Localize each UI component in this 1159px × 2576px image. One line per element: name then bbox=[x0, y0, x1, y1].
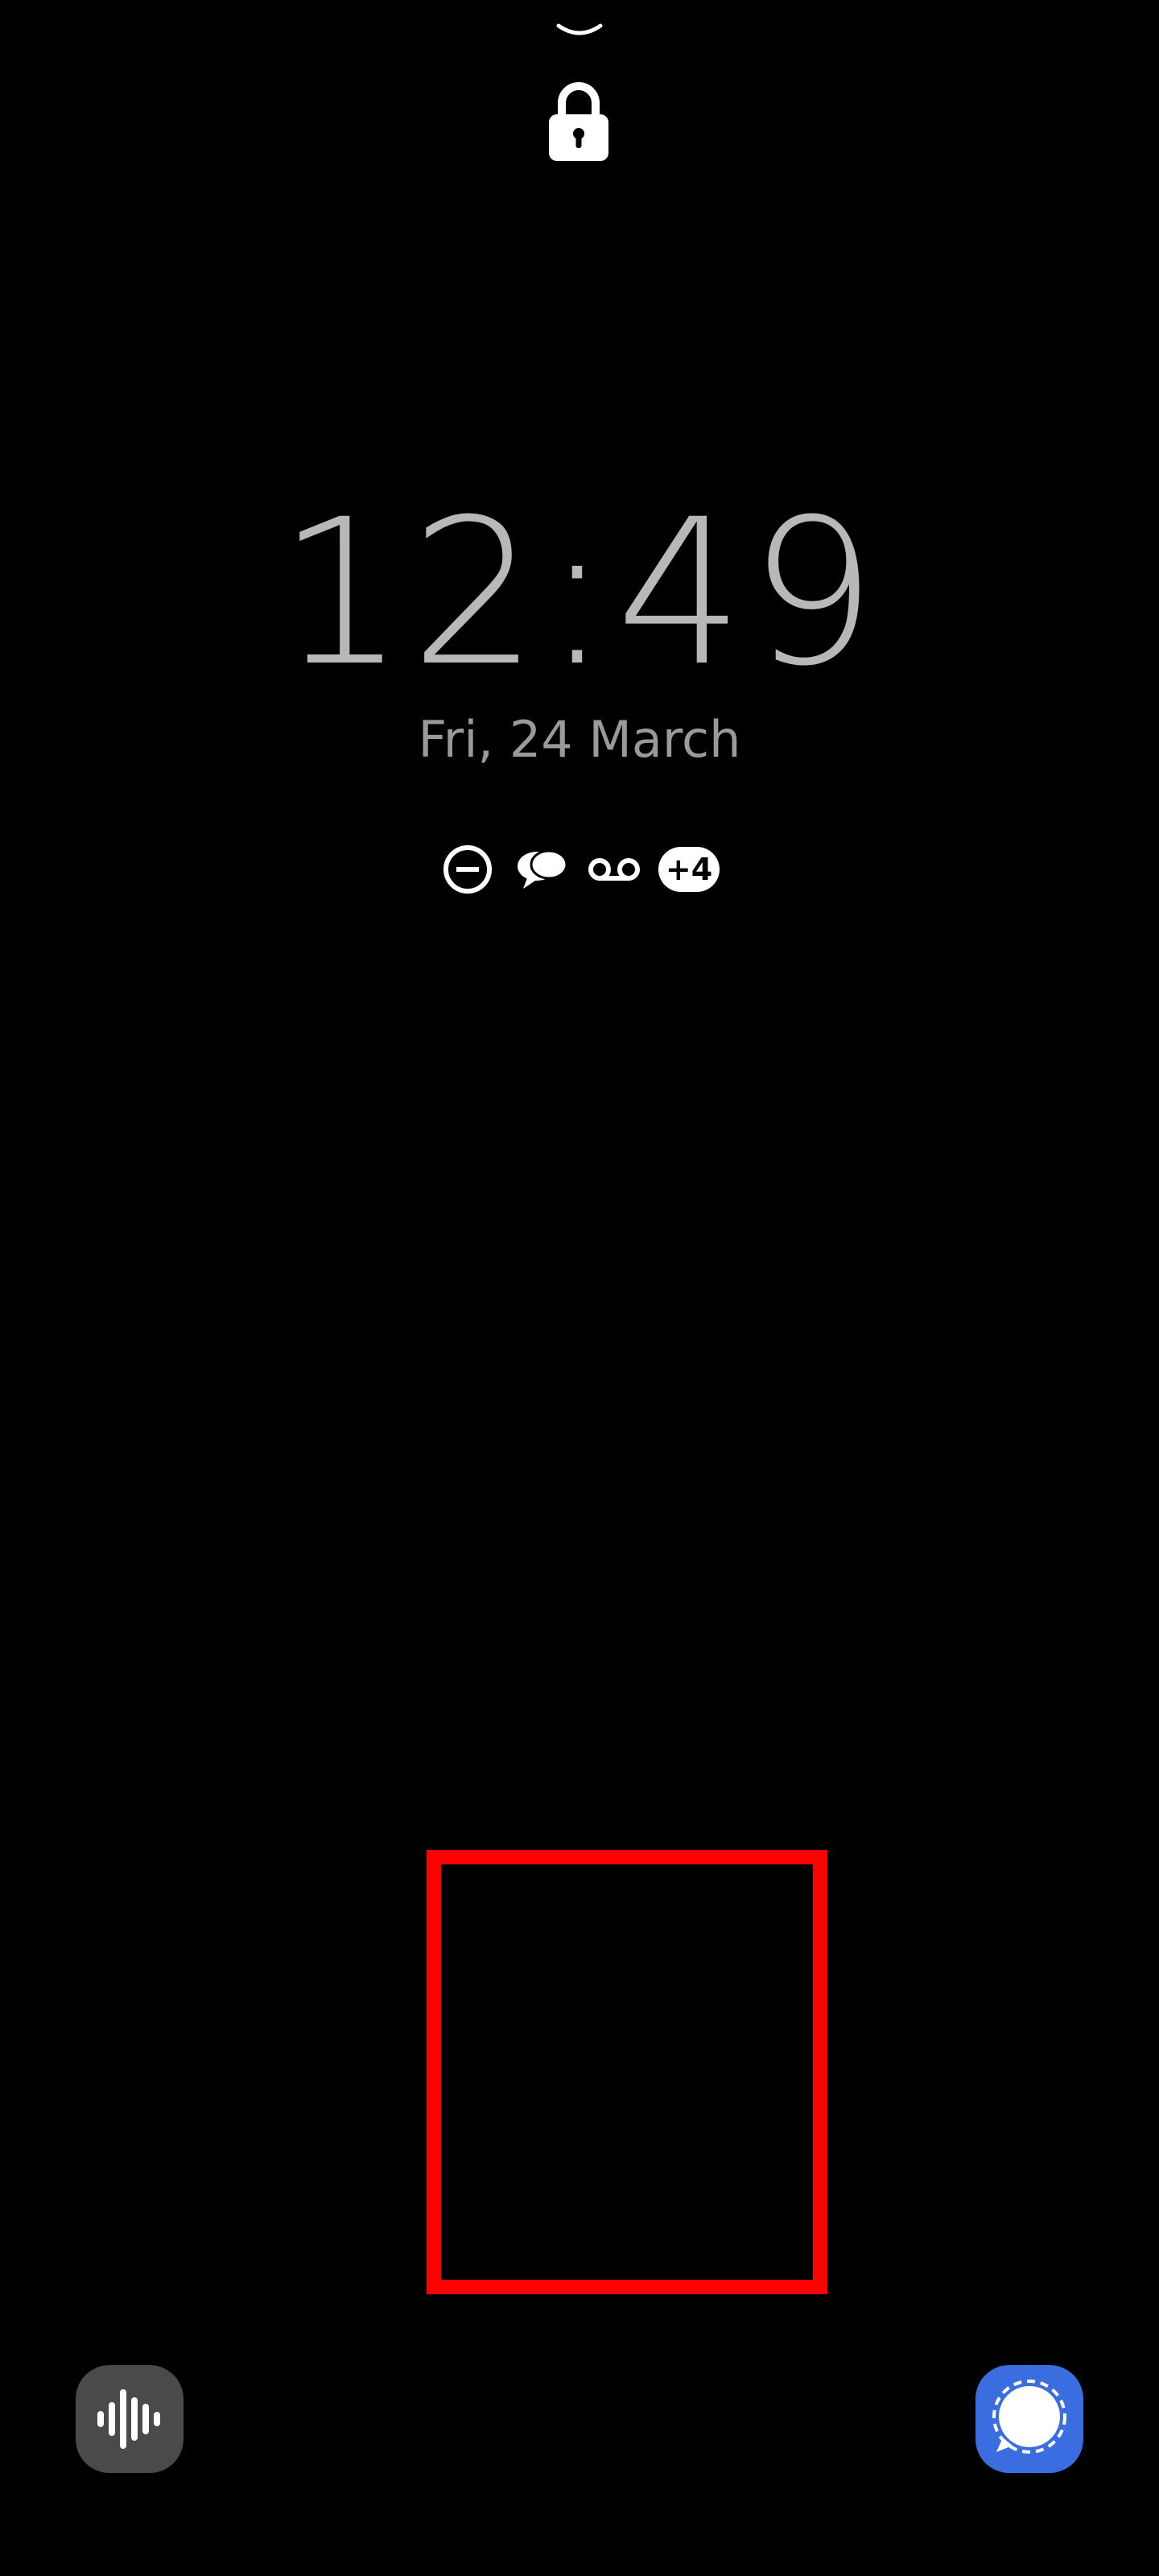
clock-date: Fri, 24 March bbox=[418, 710, 741, 769]
voicemail-icon bbox=[588, 858, 640, 881]
clock-time: 12:49 bbox=[277, 476, 882, 710]
highlight-box bbox=[427, 1850, 827, 2294]
more-notifications-badge: +4 bbox=[658, 847, 720, 892]
voice-recorder-icon bbox=[97, 2389, 160, 2449]
swipe-hint-arc-icon bbox=[556, 23, 603, 35]
do-not-disturb-icon bbox=[443, 845, 492, 894]
chat-bubbles-icon bbox=[518, 849, 568, 889]
signal-shortcut[interactable] bbox=[975, 2365, 1083, 2473]
voice-recorder-shortcut[interactable] bbox=[76, 2365, 184, 2473]
notification-icons-row[interactable]: +4 bbox=[441, 839, 723, 900]
signal-icon bbox=[992, 2380, 1066, 2454]
lock-icon[interactable] bbox=[546, 79, 612, 163]
